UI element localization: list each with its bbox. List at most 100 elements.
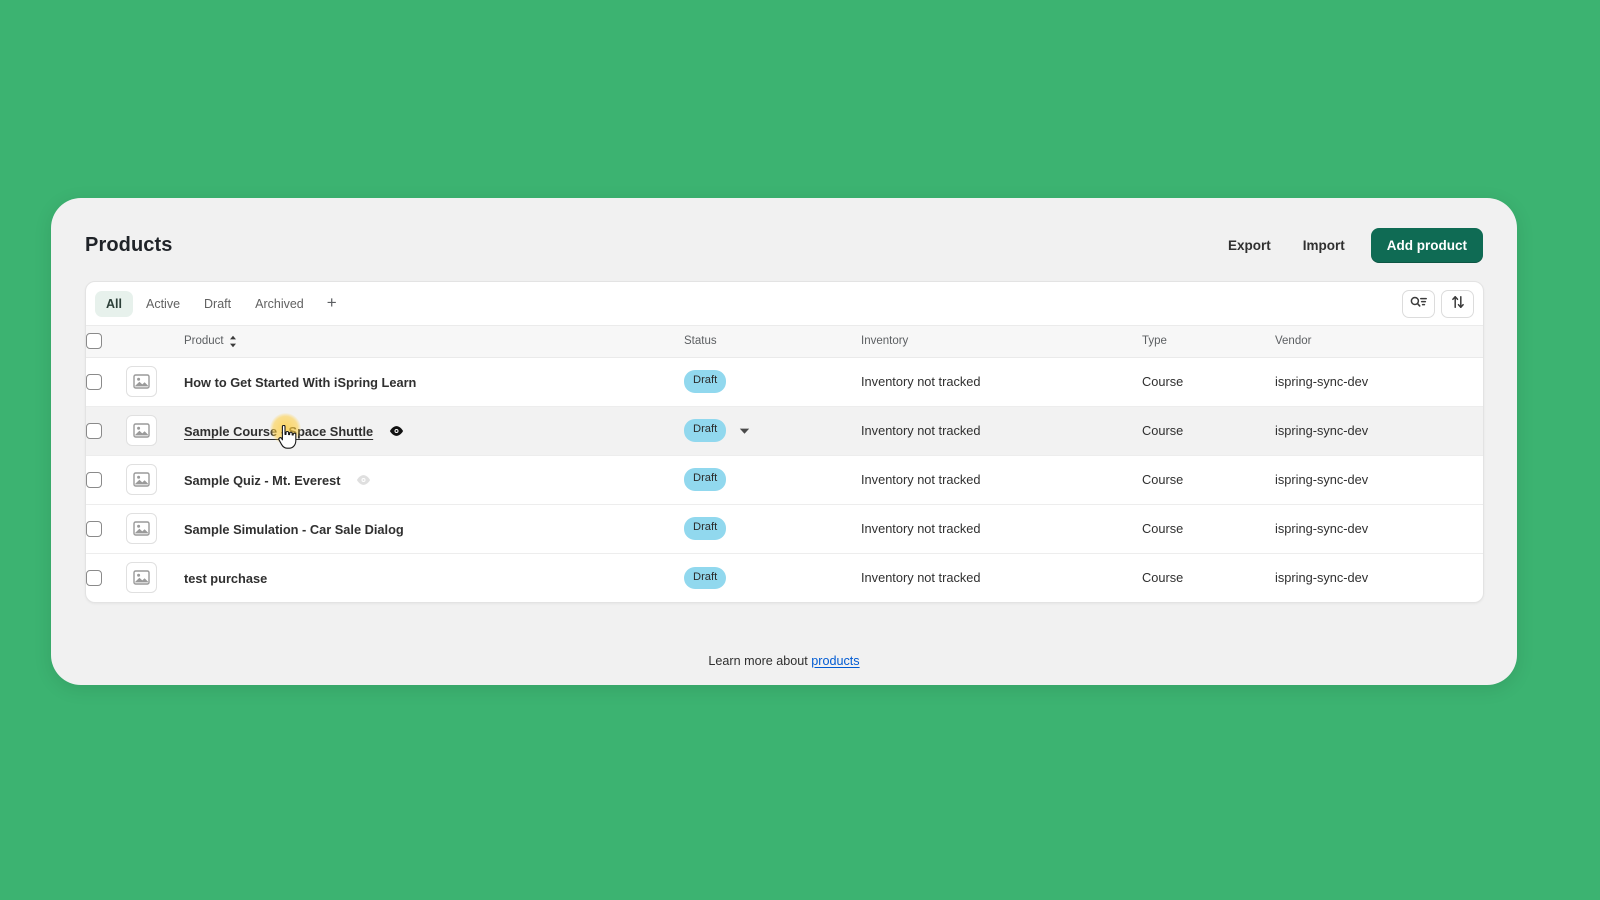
learn-more-footer: Learn more about products	[51, 654, 1517, 668]
row-status-cell: Draft	[684, 553, 861, 602]
table-row[interactable]: Sample Simulation - Car Sale Dialog Draf…	[86, 504, 1483, 553]
row-vendor: ispring-sync-dev	[1275, 357, 1483, 406]
row-status-cell: Draft	[684, 406, 861, 455]
table-tools	[1402, 290, 1474, 318]
row-status-cell: Draft	[684, 357, 861, 406]
row-checkbox[interactable]	[86, 570, 102, 586]
row-status-cell: Draft	[684, 455, 861, 504]
add-view-button[interactable]: +	[317, 292, 347, 316]
search-filter-icon	[1410, 296, 1427, 312]
row-vendor: ispring-sync-dev	[1275, 553, 1483, 602]
row-type: Course	[1142, 357, 1275, 406]
product-image-placeholder-icon	[126, 513, 157, 544]
product-name[interactable]: Sample Simulation - Car Sale Dialog	[184, 522, 404, 537]
sort-button[interactable]	[1441, 290, 1474, 318]
row-inventory: Inventory not tracked	[861, 455, 1142, 504]
row-inventory: Inventory not tracked	[861, 357, 1142, 406]
row-checkbox[interactable]	[86, 423, 102, 439]
header-actions: Export Import Add product	[1212, 228, 1483, 263]
row-type: Course	[1142, 553, 1275, 602]
row-select-cell	[86, 357, 126, 406]
products-admin-card: Products Export Import Add product All A…	[51, 198, 1517, 685]
products-table: Product Status Inventory Type Vend	[86, 326, 1483, 602]
row-select-cell	[86, 553, 126, 602]
row-select-cell	[86, 504, 126, 553]
status-badge: Draft	[684, 419, 726, 441]
products-help-link[interactable]: products	[811, 654, 859, 668]
th-product[interactable]: Product	[184, 326, 684, 357]
product-name[interactable]: test purchase	[184, 571, 267, 586]
status-badge: Draft	[684, 468, 726, 490]
table-row[interactable]: test purchase Draft Inventory not tracke…	[86, 553, 1483, 602]
products-panel: All Active Draft Archived +	[85, 281, 1484, 603]
page-header: Products Export Import Add product	[51, 198, 1517, 292]
preview-eye-icon[interactable]	[389, 425, 404, 437]
row-select-cell	[86, 406, 126, 455]
status-badge: Draft	[684, 517, 726, 539]
chevron-down-icon[interactable]	[739, 423, 750, 438]
table-head: Product Status Inventory Type Vend	[86, 326, 1483, 357]
page-title: Products	[85, 234, 172, 257]
tab-all[interactable]: All	[95, 291, 133, 317]
product-image-placeholder-icon	[126, 562, 157, 593]
table-header-row: Product Status Inventory Type Vend	[86, 326, 1483, 357]
tab-archived[interactable]: Archived	[244, 291, 315, 317]
product-image-placeholder-icon	[126, 415, 157, 446]
sort-arrows-icon	[1451, 295, 1465, 312]
product-name[interactable]: How to Get Started With iSpring Learn	[184, 375, 416, 390]
row-checkbox[interactable]	[86, 374, 102, 390]
status-badge: Draft	[684, 370, 726, 392]
select-all-checkbox[interactable]	[86, 333, 102, 349]
row-product-cell: test purchase	[184, 553, 684, 602]
row-product-cell: How to Get Started With iSpring Learn	[184, 357, 684, 406]
row-thumbnail-cell	[126, 455, 184, 504]
row-thumbnail-cell	[126, 406, 184, 455]
row-product-cell: Sample Quiz - Mt. Everest	[184, 455, 684, 504]
status-badge: Draft	[684, 567, 726, 589]
row-checkbox[interactable]	[86, 521, 102, 537]
row-vendor: ispring-sync-dev	[1275, 406, 1483, 455]
preview-eye-icon[interactable]	[356, 474, 371, 486]
row-inventory: Inventory not tracked	[861, 553, 1142, 602]
sort-indicator-icon	[229, 335, 237, 348]
row-thumbnail-cell	[126, 504, 184, 553]
table-row[interactable]: Sample Quiz - Mt. Everest Draft Invent	[86, 455, 1483, 504]
learn-more-text: Learn more about	[708, 654, 807, 668]
table-row[interactable]: How to Get Started With iSpring Learn Dr…	[86, 357, 1483, 406]
product-name[interactable]: Sample Quiz - Mt. Everest	[184, 473, 340, 488]
row-inventory: Inventory not tracked	[861, 406, 1142, 455]
export-button[interactable]: Export	[1212, 230, 1287, 261]
table-body: How to Get Started With iSpring Learn Dr…	[86, 357, 1483, 602]
row-type: Course	[1142, 406, 1275, 455]
row-thumbnail-cell	[126, 357, 184, 406]
th-status: Status	[684, 326, 861, 357]
row-select-cell	[86, 455, 126, 504]
view-tabs: All Active Draft Archived +	[95, 291, 347, 317]
row-type: Course	[1142, 504, 1275, 553]
product-name[interactable]: Sample Course - Space Shuttle	[184, 424, 373, 439]
row-vendor: ispring-sync-dev	[1275, 455, 1483, 504]
add-product-button[interactable]: Add product	[1371, 228, 1483, 263]
tab-active[interactable]: Active	[135, 291, 191, 317]
row-vendor: ispring-sync-dev	[1275, 504, 1483, 553]
row-product-cell: Sample Course - Space Shuttle	[184, 406, 684, 455]
product-image-placeholder-icon	[126, 464, 157, 495]
product-image-placeholder-icon	[126, 366, 157, 397]
row-type: Course	[1142, 455, 1275, 504]
th-inventory: Inventory	[861, 326, 1142, 357]
th-select-all	[86, 326, 126, 357]
tab-draft[interactable]: Draft	[193, 291, 242, 317]
th-thumbnail	[126, 326, 184, 357]
tab-row: All Active Draft Archived +	[86, 282, 1483, 326]
row-thumbnail-cell	[126, 553, 184, 602]
th-type: Type	[1142, 326, 1275, 357]
th-vendor: Vendor	[1275, 326, 1483, 357]
row-inventory: Inventory not tracked	[861, 504, 1142, 553]
row-status-cell: Draft	[684, 504, 861, 553]
import-button[interactable]: Import	[1287, 230, 1361, 261]
th-product-label: Product	[184, 335, 224, 347]
row-product-cell: Sample Simulation - Car Sale Dialog	[184, 504, 684, 553]
search-filter-button[interactable]	[1402, 290, 1435, 318]
table-row[interactable]: Sample Course - Space Shuttle Draft	[86, 406, 1483, 455]
row-checkbox[interactable]	[86, 472, 102, 488]
